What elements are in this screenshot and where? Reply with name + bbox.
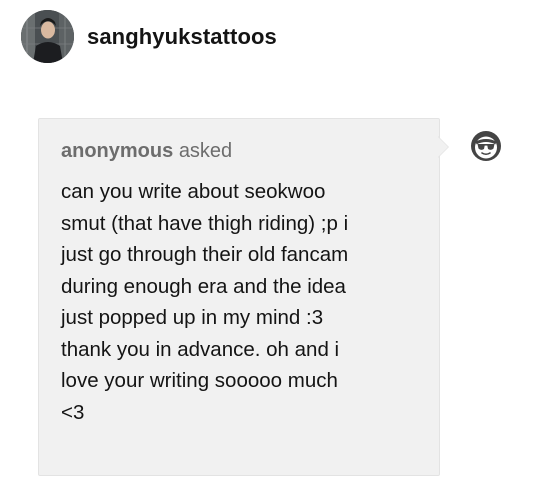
question-line: <3: [61, 400, 85, 424]
question-line: just go through their old fancam: [61, 243, 349, 266]
question-line: just popped up in my mind :3: [61, 306, 324, 329]
question-line: thank you in advance. oh and i: [61, 337, 340, 361]
ask-box-pointer-fill: [438, 137, 448, 157]
asker-name: anonymous: [61, 140, 174, 162]
question-line: love your writing sooooo much: [61, 369, 338, 392]
question-text: can you write about seokwoo smut (that h…: [61, 176, 431, 428]
blog-username[interactable]: sanghyukstattoos: [87, 24, 277, 50]
avatar-photo: [21, 10, 74, 63]
avatar[interactable]: [21, 10, 74, 63]
question-line: can you write about seokwoo: [61, 180, 326, 203]
asked-label: asked: [178, 140, 233, 162]
question-line: smut (that have thigh riding) ;p i: [61, 211, 349, 235]
asker-line: anonymous asked: [61, 140, 232, 163]
question-line: during enough era and the idea: [61, 274, 346, 298]
anonymous-sunglasses-icon: [470, 130, 502, 162]
post-header: sanghyukstattoos: [21, 10, 277, 63]
